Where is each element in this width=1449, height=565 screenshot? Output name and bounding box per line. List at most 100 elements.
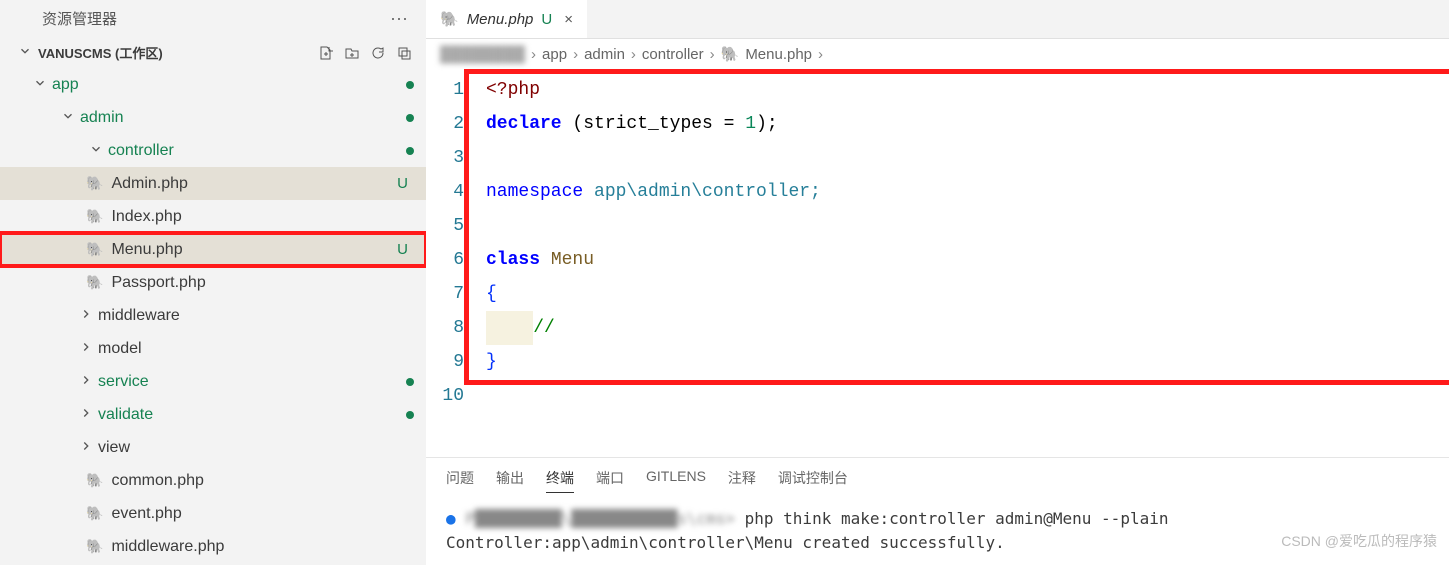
git-dot-icon	[406, 147, 414, 155]
file-label: Admin.php	[111, 175, 397, 193]
folder-app[interactable]: app	[0, 68, 426, 101]
chevron-down-icon	[18, 44, 32, 61]
git-dot-icon	[406, 411, 414, 419]
line-number: 6	[426, 243, 464, 277]
folder-label: model	[98, 340, 414, 358]
php-file-icon: 🐘	[86, 538, 103, 555]
folder-admin[interactable]: admin	[0, 101, 426, 134]
line-number: 8	[426, 311, 464, 345]
folder-label: app	[52, 76, 406, 94]
code-token: namespace	[486, 182, 583, 202]
folder-label: admin	[80, 109, 406, 127]
explorer-header: 资源管理器 ···	[0, 0, 426, 37]
breadcrumb-segment[interactable]: controller	[642, 46, 704, 63]
php-file-icon: 🐘	[86, 274, 103, 291]
new-folder-icon[interactable]	[344, 45, 360, 61]
file-event-php[interactable]: 🐘 event.php	[0, 497, 426, 530]
tab-gitlens[interactable]: GITLENS	[646, 468, 706, 493]
file-admin-php[interactable]: 🐘 Admin.php U	[0, 167, 426, 200]
collapse-icon[interactable]	[396, 45, 412, 61]
code-token	[486, 311, 533, 345]
folder-label: controller	[108, 142, 406, 160]
refresh-icon[interactable]	[370, 45, 386, 61]
line-gutter: 1 2 3 4 5 6 7 8 9 10	[426, 73, 486, 413]
watermark-text: CSDN @爱吃瓜的程序猿	[1281, 531, 1437, 551]
file-label: Passport.php	[111, 274, 414, 292]
chevron-right-icon	[78, 406, 94, 423]
folder-view[interactable]: view	[0, 431, 426, 464]
folder-service[interactable]: service	[0, 365, 426, 398]
line-number: 9	[426, 345, 464, 379]
chevron-right-icon	[78, 340, 94, 357]
breadcrumb-segment: ████████	[440, 46, 525, 63]
php-file-icon: 🐘	[86, 208, 103, 225]
terminal-text: php think make:controller admin@Menu --p…	[735, 509, 1168, 528]
workspace-title: VANUSCMS (工作区)	[38, 43, 163, 62]
line-number: 4	[426, 175, 464, 209]
code-content[interactable]: <?php declare (strict_types = 1); namesp…	[486, 73, 1449, 413]
php-file-icon: 🐘	[86, 472, 103, 489]
file-index-php[interactable]: 🐘 Index.php	[0, 200, 426, 233]
explorer-title: 资源管理器	[42, 8, 117, 29]
explorer-more-icon[interactable]: ···	[390, 8, 408, 29]
git-status: U	[397, 175, 408, 192]
code-token: app\admin\controller;	[583, 182, 821, 202]
chevron-down-icon	[88, 142, 104, 159]
chevron-right-icon	[78, 373, 94, 390]
folder-label: service	[98, 373, 406, 391]
tab-terminal[interactable]: 终端	[546, 468, 574, 493]
file-passport-php[interactable]: 🐘 Passport.php	[0, 266, 426, 299]
breadcrumb-segment[interactable]: admin	[584, 46, 625, 63]
line-number: 2	[426, 107, 464, 141]
panel-tabs: 问题 输出 终端 端口 GITLENS 注释 调试控制台	[426, 457, 1449, 501]
line-number: 5	[426, 209, 464, 243]
folder-label: view	[98, 439, 414, 457]
file-middleware-php[interactable]: 🐘 middleware.php	[0, 530, 426, 563]
git-dot-icon	[406, 378, 414, 386]
file-menu-php[interactable]: 🐘 Menu.php U	[0, 233, 426, 266]
new-file-icon[interactable]	[318, 45, 334, 61]
terminal-text: Controller:app\admin\controller\Menu cre…	[446, 533, 1005, 552]
file-tree: app admin controller 🐘 Admin.php U 🐘 Ind…	[0, 68, 426, 565]
file-label: common.php	[111, 472, 414, 490]
workspace-header[interactable]: VANUSCMS (工作区)	[0, 37, 426, 68]
chevron-right-icon: ›	[631, 46, 636, 63]
chevron-right-icon	[78, 307, 94, 324]
php-file-icon: 🐘	[440, 10, 459, 28]
breadcrumb[interactable]: ████████ › app › admin › controller › 🐘 …	[426, 39, 1449, 69]
tab-problems[interactable]: 问题	[446, 468, 474, 493]
php-file-icon: 🐘	[86, 505, 103, 522]
file-label: middleware.php	[111, 538, 414, 556]
tab-menu-php[interactable]: 🐘 Menu.php U ×	[426, 0, 587, 38]
editor-main: 🐘 Menu.php U × ████████ › app › admin › …	[426, 0, 1449, 565]
code-token: class	[486, 250, 540, 270]
folder-middleware[interactable]: middleware	[0, 299, 426, 332]
explorer-sidebar: 资源管理器 ··· VANUSCMS (工作区) app admin	[0, 0, 426, 565]
tab-label: Menu.php	[467, 11, 534, 28]
folder-label: validate	[98, 406, 406, 424]
code-token: {	[486, 284, 497, 304]
tab-output[interactable]: 输出	[496, 468, 524, 493]
breadcrumb-segment[interactable]: app	[542, 46, 567, 63]
folder-validate[interactable]: validate	[0, 398, 426, 431]
php-file-icon: 🐘	[721, 45, 740, 63]
tab-comments[interactable]: 注释	[728, 468, 756, 493]
line-number: 1	[426, 73, 464, 107]
tab-git-status: U	[541, 11, 552, 28]
code-token: <?php	[486, 80, 540, 100]
editor-area[interactable]: 1 2 3 4 5 6 7 8 9 10 <?php declare (stri…	[426, 69, 1449, 457]
folder-controller[interactable]: controller	[0, 134, 426, 167]
folder-label: middleware	[98, 307, 414, 325]
tab-debug-console[interactable]: 调试控制台	[778, 468, 848, 493]
chevron-right-icon	[78, 439, 94, 456]
line-number: 10	[426, 379, 464, 413]
folder-model[interactable]: model	[0, 332, 426, 365]
breadcrumb-segment[interactable]: Menu.php	[745, 46, 812, 63]
bullet-icon: ●	[446, 509, 456, 528]
code-token: //	[533, 318, 555, 338]
workspace-actions	[318, 45, 412, 61]
file-common-php[interactable]: 🐘 common.php	[0, 464, 426, 497]
tab-ports[interactable]: 端口	[596, 468, 624, 493]
close-icon[interactable]: ×	[564, 11, 573, 28]
git-dot-icon	[406, 114, 414, 122]
